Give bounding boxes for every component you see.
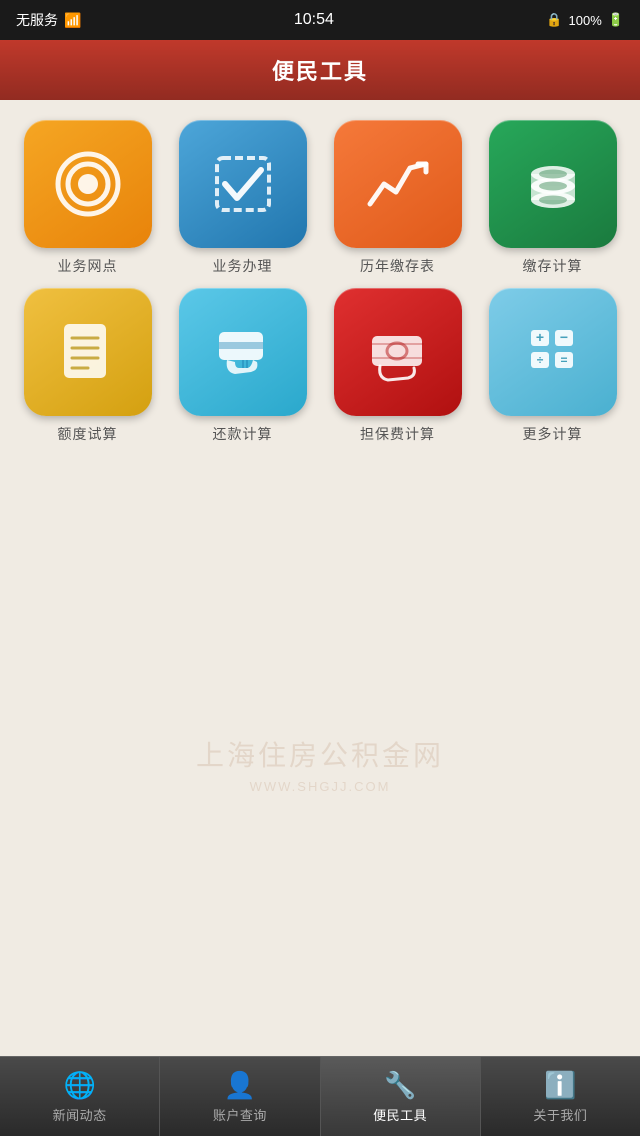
svg-text:÷: ÷ (536, 353, 543, 367)
status-time: 10:54 (294, 11, 334, 29)
label-history-table: 历年缴存表 (360, 256, 435, 276)
status-left: 无服务 📶 (16, 10, 81, 30)
person-icon: 👤 (224, 1070, 256, 1101)
icon-box-history-table (334, 120, 462, 248)
label-service-handle: 业务办理 (213, 256, 273, 276)
battery-text: 100% (569, 13, 602, 28)
chart-icon (362, 148, 434, 220)
icon-grid-row1: 业务网点 业务办理 历年缴存表 (16, 120, 624, 444)
grid-item-guarantee-calc[interactable]: 担保费计算 (326, 288, 469, 444)
label-deposit-calc: 缴存计算 (523, 256, 583, 276)
checkbox-icon (207, 148, 279, 220)
grid-item-more-calc[interactable]: + − ÷ = 更多计算 (481, 288, 624, 444)
grid-item-quota-trial[interactable]: 额度试算 (16, 288, 159, 444)
tab-tools[interactable]: 🔧 便民工具 (321, 1057, 481, 1136)
page-title: 便民工具 (272, 54, 368, 86)
coins-icon (517, 148, 589, 220)
target-icon (52, 148, 124, 220)
icon-box-repay-calc (179, 288, 307, 416)
grid-item-repay-calc[interactable]: 还款计算 (171, 288, 314, 444)
grid-item-service-network[interactable]: 业务网点 (16, 120, 159, 276)
status-right: 🔒 100% 🔋 (546, 12, 624, 28)
watermark-text: 上海住房公积金网 (0, 734, 640, 774)
icon-box-quota-trial (24, 288, 152, 416)
watermark-url: WWW.SHGJJ.COM (250, 779, 391, 794)
header: 便民工具 (0, 40, 640, 100)
info-icon: ℹ️ (544, 1070, 576, 1101)
icon-box-more-calc: + − ÷ = (489, 288, 617, 416)
no-service-text: 无服务 (16, 10, 58, 30)
svg-text:=: = (560, 353, 567, 367)
icon-box-service-handle (179, 120, 307, 248)
icon-box-deposit-calc (489, 120, 617, 248)
calculator-icon: + − ÷ = (517, 316, 589, 388)
tab-news-label: 新闻动态 (53, 1105, 107, 1124)
main-content: 业务网点 业务办理 历年缴存表 (0, 100, 640, 1056)
tab-about-label: 关于我们 (533, 1105, 587, 1124)
money-hand-icon (362, 316, 434, 388)
tab-news[interactable]: 🌐 新闻动态 (0, 1057, 160, 1136)
icon-box-service-network (24, 120, 152, 248)
lock-icon: 🔒 (546, 12, 562, 28)
status-bar: 无服务 📶 10:54 🔒 100% 🔋 (0, 0, 640, 40)
globe-icon: 🌐 (63, 1070, 95, 1101)
svg-text:+: + (535, 329, 543, 345)
grid-item-history-table[interactable]: 历年缴存表 (326, 120, 469, 276)
label-repay-calc: 还款计算 (213, 424, 273, 444)
credit-card-hand-icon (207, 316, 279, 388)
watermark: 上海住房公积金网 WWW.SHGJJ.COM (0, 734, 640, 796)
label-more-calc: 更多计算 (523, 424, 583, 444)
tab-tools-label: 便民工具 (373, 1105, 427, 1124)
grid-item-deposit-calc[interactable]: 缴存计算 (481, 120, 624, 276)
svg-text:−: − (559, 329, 567, 345)
icon-box-guarantee-calc (334, 288, 462, 416)
battery-icon: 🔋 (608, 12, 624, 28)
grid-item-service-handle[interactable]: 业务办理 (171, 120, 314, 276)
label-guarantee-calc: 担保费计算 (360, 424, 435, 444)
tools-icon: 🔧 (384, 1070, 416, 1101)
tab-bar: 🌐 新闻动态 👤 账户查询 🔧 便民工具 ℹ️ 关于我们 (0, 1056, 640, 1136)
label-quota-trial: 额度试算 (58, 424, 118, 444)
tab-account[interactable]: 👤 账户查询 (160, 1057, 320, 1136)
document-list-icon (52, 316, 124, 388)
tab-about[interactable]: ℹ️ 关于我们 (481, 1057, 640, 1136)
wifi-icon: 📶 (64, 12, 81, 29)
label-service-network: 业务网点 (58, 256, 118, 276)
tab-account-label: 账户查询 (213, 1105, 267, 1124)
